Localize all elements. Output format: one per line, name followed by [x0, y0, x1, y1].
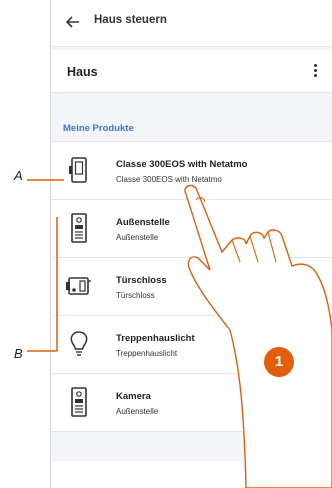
product-name: Treppenhauslicht [116, 333, 195, 344]
door-lock-icon [66, 277, 91, 295]
entrance-panel-icon [71, 213, 87, 243]
page-title: Haus steuern [94, 14, 167, 26]
product-subtitle: Classe 300EOS with Netatmo [116, 175, 222, 184]
top-bar: Haus steuern [51, 0, 332, 47]
product-name: Classe 300EOS with Netatmo [116, 159, 248, 170]
light-bulb-icon [70, 331, 88, 356]
house-header: Haus [51, 50, 332, 93]
section-label-my-products: Meine Produkte [63, 123, 134, 134]
product-name: Kamera [116, 391, 151, 402]
product-subtitle: Türschloss [116, 291, 155, 300]
product-name: Türschloss [116, 275, 167, 286]
step-number-badge: 1 [264, 347, 294, 377]
product-name: Außenstelle [116, 217, 170, 228]
list-end-spacer [51, 461, 332, 488]
camera-entrance-panel-icon [71, 387, 87, 417]
arrow-left-icon[interactable] [61, 10, 85, 34]
product-subtitle: Treppenhauslicht [116, 349, 178, 358]
video-indoor-unit-icon [69, 157, 87, 183]
annotation-label-b: B [14, 346, 23, 361]
product-subtitle: Außenstelle [116, 233, 159, 242]
product-item-door-lock[interactable]: Türschloss Türschloss [51, 258, 332, 316]
house-title: Haus [67, 65, 98, 79]
product-list: Classe 300EOS with Netatmo Classe 300EOS… [51, 141, 332, 432]
more-vertical-icon[interactable] [311, 62, 319, 80]
product-subtitle: Außenstelle [116, 407, 159, 416]
product-item-indoor-unit[interactable]: Classe 300EOS with Netatmo Classe 300EOS… [51, 141, 332, 200]
product-item-entrance-panel[interactable]: Außenstelle Außenstelle [51, 200, 332, 258]
annotation-label-a: A [14, 168, 23, 183]
app-screen: Haus steuern Haus Meine Produkte Classe … [50, 0, 332, 488]
product-item-camera[interactable]: Kamera Außenstelle [51, 374, 332, 432]
